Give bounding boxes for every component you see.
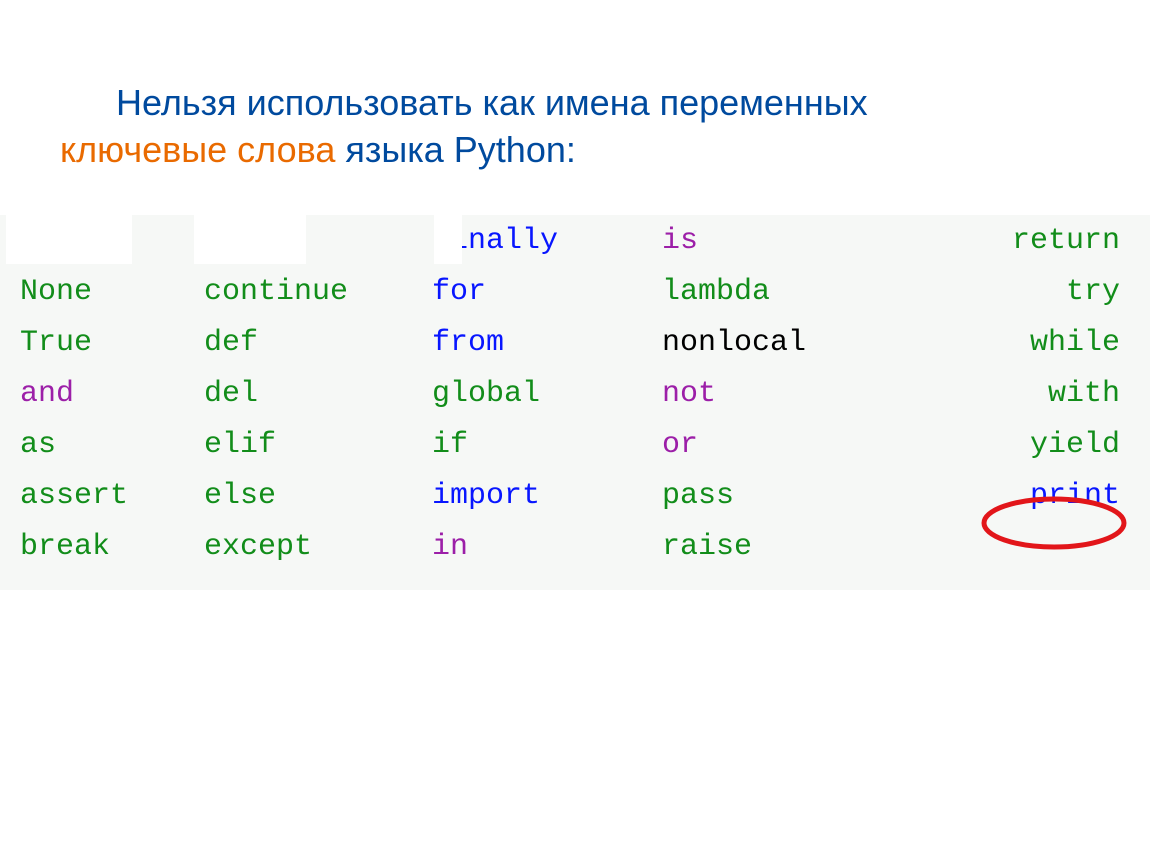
keyword-cell: is xyxy=(660,226,890,256)
keyword-cell: except xyxy=(200,532,430,562)
code-row: assert else import pass print xyxy=(0,470,1150,521)
keyword-cell: import xyxy=(430,481,660,511)
keyword-cell: del xyxy=(200,379,430,409)
heading-rest: языка Python: xyxy=(335,129,576,170)
keyword-cell: raise xyxy=(660,532,890,562)
keyword-cell: with xyxy=(890,379,1150,409)
keyword-cell: finally xyxy=(430,226,660,256)
keyword-cell: from xyxy=(430,328,660,358)
keyword-cell: True xyxy=(0,328,200,358)
keywords-code-block: False class finally is return None conti… xyxy=(0,215,1150,590)
slide: { "heading": { "line1_prefix": "Нельзя и… xyxy=(0,0,1150,864)
code-row: break except in raise xyxy=(0,521,1150,572)
keyword-cell: nonlocal xyxy=(660,328,890,358)
heading-line-1: Нельзя использовать как имена переменных xyxy=(116,82,868,123)
keyword-cell: continue xyxy=(200,277,430,307)
keyword-cell: and xyxy=(0,379,200,409)
keyword-cell: lambda xyxy=(660,277,890,307)
whitespace-artifact xyxy=(6,215,132,264)
keyword-cell: None xyxy=(0,277,200,307)
keyword-cell: def xyxy=(200,328,430,358)
keyword-cell: elif xyxy=(200,430,430,460)
keyword-cell: try xyxy=(890,277,1150,307)
code-row: and del global not with xyxy=(0,368,1150,419)
keyword-cell: return xyxy=(890,226,1150,256)
keyword-cell: in xyxy=(430,532,660,562)
keyword-cell: break xyxy=(0,532,200,562)
code-row: True def from nonlocal while xyxy=(0,317,1150,368)
code-row: False class finally is return xyxy=(0,215,1150,266)
keyword-cell: global xyxy=(430,379,660,409)
keyword-cell: as xyxy=(0,430,200,460)
keyword-cell: print xyxy=(890,481,1150,511)
keyword-cell: assert xyxy=(0,481,200,511)
keyword-cell: while xyxy=(890,328,1150,358)
heading-keywords: ключевые слова xyxy=(60,129,335,170)
keyword-cell: else xyxy=(200,481,430,511)
keyword-cell: yield xyxy=(890,430,1150,460)
whitespace-artifact xyxy=(434,215,462,264)
whitespace-artifact xyxy=(194,215,306,264)
keyword-cell: for xyxy=(430,277,660,307)
heading: Нельзя использовать как имена переменных… xyxy=(60,80,1090,174)
keyword-cell: or xyxy=(660,430,890,460)
keyword-cell: not xyxy=(660,379,890,409)
code-row: as elif if or yield xyxy=(0,419,1150,470)
code-row: None continue for lambda try xyxy=(0,266,1150,317)
keyword-cell: pass xyxy=(660,481,890,511)
keyword-cell: if xyxy=(430,430,660,460)
